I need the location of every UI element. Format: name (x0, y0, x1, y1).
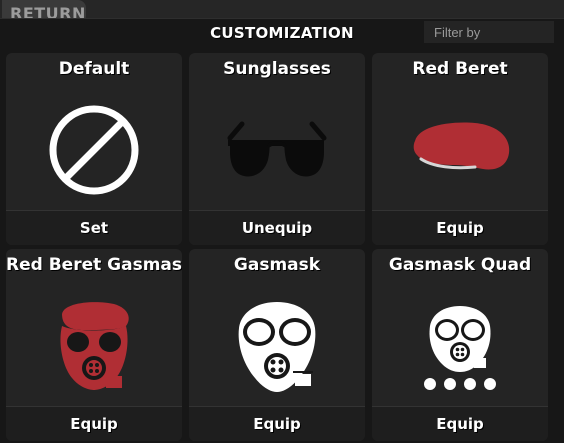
item-title: Default (58, 59, 130, 79)
item-grid: Default Set Sunglasses Unequip Red Beret… (6, 53, 548, 441)
filter-input[interactable] (424, 21, 554, 43)
item-card-red-beret[interactable]: Red Beret Equip (372, 53, 548, 245)
item-card-gasmask[interactable]: Gasmask Equip (189, 249, 365, 441)
item-card-sunglasses[interactable]: Sunglasses Unequip (189, 53, 365, 245)
item-title: Gasmask Quad (388, 255, 532, 275)
equip-button[interactable]: Equip (372, 406, 548, 441)
equip-button[interactable]: Equip (6, 406, 182, 441)
sunglasses-icon (227, 121, 327, 177)
gasmask-icon (238, 302, 316, 392)
item-card-default[interactable]: Default Set (6, 53, 182, 245)
set-button[interactable]: Set (6, 210, 182, 245)
red-beret-icon (413, 122, 510, 170)
item-card-red-beret-gasmask[interactable]: Red Beret Gasmask Equip (6, 249, 182, 441)
customization-panel: CUSTOMIZATION Default Set Sunglasses (0, 18, 564, 443)
none-icon (49, 105, 139, 195)
unequip-button[interactable]: Unequip (189, 210, 365, 245)
equip-button[interactable]: Equip (189, 406, 365, 441)
item-title: Gasmask (233, 255, 321, 275)
item-title: Red Beret Gasmask (6, 255, 182, 275)
item-title: Red Beret (412, 59, 508, 79)
red-beret-gasmask-icon (60, 302, 129, 390)
item-card-gasmask-quad[interactable]: Gasmask Quad Equip (372, 249, 548, 441)
equip-button[interactable]: Equip (372, 210, 548, 245)
customization-screen: RETURN CUSTOMIZATION Default Set Sunglas… (0, 0, 564, 443)
gasmask-quad-icon (424, 306, 496, 390)
item-title: Sunglasses (223, 59, 331, 79)
